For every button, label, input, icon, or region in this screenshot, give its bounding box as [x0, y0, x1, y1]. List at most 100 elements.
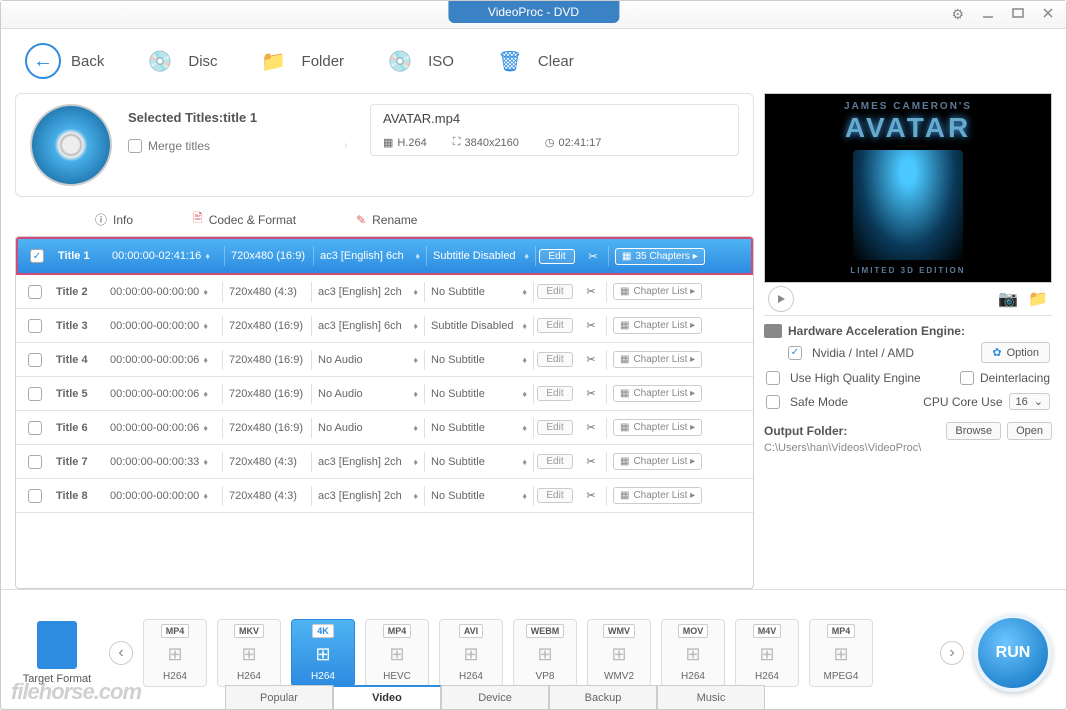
title-checkbox[interactable]: [28, 285, 42, 299]
edit-button[interactable]: Edit: [537, 488, 572, 503]
run-button[interactable]: RUN: [974, 614, 1052, 692]
edit-button[interactable]: Edit: [537, 386, 572, 401]
title-row[interactable]: Title 600:00:00-00:00:06 ♦720x480 (16:9)…: [16, 411, 753, 445]
edit-button[interactable]: Edit: [537, 352, 572, 367]
title-checkbox[interactable]: [28, 489, 42, 503]
cut-icon[interactable]: ✂: [576, 489, 606, 502]
title-checkbox[interactable]: [28, 353, 42, 367]
format-option[interactable]: MP4⊞H264: [143, 619, 207, 687]
cut-icon[interactable]: ✂: [576, 387, 606, 400]
title-audio-select[interactable]: ac3 [English] 2ch ♦: [312, 456, 424, 468]
edit-button[interactable]: Edit: [539, 249, 574, 264]
open-folder-icon[interactable]: 📁: [1028, 289, 1048, 309]
open-button[interactable]: Open: [1007, 422, 1052, 440]
title-row[interactable]: Title 100:00:00-02:41:16 ♦720x480 (16:9)…: [16, 237, 753, 275]
title-checkbox[interactable]: [28, 319, 42, 333]
format-option[interactable]: WMV⊞WMV2: [587, 619, 651, 687]
iso-button[interactable]: 💿 ISO: [382, 43, 454, 79]
title-subtitle-select[interactable]: No Subtitle ♦: [425, 456, 533, 468]
cut-icon[interactable]: ✂: [578, 250, 608, 263]
format-option[interactable]: M4V⊞H264: [735, 619, 799, 687]
cut-icon[interactable]: ✂: [576, 421, 606, 434]
close-icon[interactable]: [1042, 6, 1054, 23]
title-subtitle-select[interactable]: No Subtitle ♦: [425, 388, 533, 400]
browse-button[interactable]: Browse: [946, 422, 1001, 440]
title-row[interactable]: Title 400:00:00-00:00:06 ♦720x480 (16:9)…: [16, 343, 753, 377]
formats-next[interactable]: ›: [940, 641, 964, 665]
footer-tab-backup[interactable]: Backup: [549, 685, 657, 709]
title-audio-select[interactable]: No Audio ♦: [312, 354, 424, 366]
chapter-button[interactable]: ▦ Chapter List ▸: [613, 283, 702, 300]
format-option[interactable]: 4K⊞H264: [291, 619, 355, 687]
cut-icon[interactable]: ✂: [576, 319, 606, 332]
edit-button[interactable]: Edit: [537, 420, 572, 435]
formats-prev[interactable]: ‹: [109, 641, 133, 665]
edit-button[interactable]: Edit: [537, 318, 572, 333]
cut-icon[interactable]: ✂: [576, 285, 606, 298]
format-option[interactable]: MOV⊞H264: [661, 619, 725, 687]
hq-checkbox[interactable]: [766, 371, 780, 385]
title-audio-select[interactable]: ac3 [English] 6ch ♦: [312, 320, 424, 332]
safe-checkbox[interactable]: [766, 395, 780, 409]
title-row[interactable]: Title 300:00:00-00:00:00 ♦720x480 (16:9)…: [16, 309, 753, 343]
cut-icon[interactable]: ✂: [576, 353, 606, 366]
edit-button[interactable]: Edit: [537, 284, 572, 299]
title-subtitle-select[interactable]: No Subtitle ♦: [425, 490, 533, 502]
cut-icon[interactable]: ✂: [576, 455, 606, 468]
chapter-button[interactable]: ▦ Chapter List ▸: [613, 419, 702, 436]
format-option[interactable]: AVI⊞H264: [439, 619, 503, 687]
tab-codec[interactable]: 🖹Codec & Format: [193, 209, 296, 230]
title-checkbox[interactable]: [28, 421, 42, 435]
chapter-button[interactable]: ▦ Chapter List ▸: [613, 317, 702, 334]
chapter-button[interactable]: ▦ Chapter List ▸: [613, 385, 702, 402]
chapter-button[interactable]: ▦ Chapter List ▸: [613, 487, 702, 504]
cpu-core-select[interactable]: 16⌄: [1009, 393, 1050, 410]
title-audio-select[interactable]: No Audio ♦: [312, 388, 424, 400]
chapter-icon: ▦: [620, 354, 629, 365]
target-format-icon: [37, 621, 77, 669]
title-checkbox[interactable]: [28, 455, 42, 469]
format-option[interactable]: MP4⊞HEVC: [365, 619, 429, 687]
title-row[interactable]: Title 800:00:00-00:00:00 ♦720x480 (4:3)a…: [16, 479, 753, 513]
chapter-button[interactable]: ▦ Chapter List ▸: [613, 351, 702, 368]
format-option[interactable]: MP4⊞MPEG4: [809, 619, 873, 687]
title-row[interactable]: Title 200:00:00-00:00:00 ♦720x480 (4:3)a…: [16, 275, 753, 309]
title-audio-select[interactable]: ac3 [English] 2ch ♦: [312, 286, 424, 298]
title-checkbox[interactable]: [28, 387, 42, 401]
title-subtitle-select[interactable]: Subtitle Disabled ♦: [425, 320, 533, 332]
title-row[interactable]: Title 500:00:00-00:00:06 ♦720x480 (16:9)…: [16, 377, 753, 411]
tab-info[interactable]: ⓘInfo: [95, 209, 133, 230]
format-option[interactable]: WEBM⊞VP8: [513, 619, 577, 687]
chapter-button[interactable]: ▦ 35 Chapters ▸: [615, 248, 705, 265]
footer-tab-popular[interactable]: Popular: [225, 685, 333, 709]
title-audio-select[interactable]: ac3 [English] 2ch ♦: [312, 490, 424, 502]
title-audio-select[interactable]: No Audio ♦: [312, 422, 424, 434]
format-option[interactable]: MKV⊞H264: [217, 619, 281, 687]
minimize-icon[interactable]: [982, 6, 994, 23]
title-subtitle-select[interactable]: Subtitle Disabled ♦: [427, 250, 535, 262]
title-checkbox[interactable]: [30, 249, 44, 263]
deint-checkbox[interactable]: [960, 371, 974, 385]
title-audio-select[interactable]: ac3 [English] 6ch ♦: [314, 250, 426, 262]
edit-button[interactable]: Edit: [537, 454, 572, 469]
title-subtitle-select[interactable]: No Subtitle ♦: [425, 354, 533, 366]
settings-icon[interactable]: ⚙: [951, 6, 964, 23]
title-subtitle-select[interactable]: No Subtitle ♦: [425, 286, 533, 298]
footer-tab-device[interactable]: Device: [441, 685, 549, 709]
snapshot-icon[interactable]: 📷: [998, 289, 1018, 309]
folder-button[interactable]: 📁 Folder: [256, 43, 345, 79]
clear-button[interactable]: 🗑 Clear: [492, 43, 574, 79]
title-row[interactable]: Title 700:00:00-00:00:33 ♦720x480 (4:3)a…: [16, 445, 753, 479]
back-button[interactable]: ← Back: [25, 43, 104, 79]
nvidia-checkbox[interactable]: [788, 346, 802, 360]
disc-button[interactable]: 💿 Disc: [142, 43, 217, 79]
merge-titles-checkbox[interactable]: Merge titles: [128, 139, 328, 153]
footer-tab-video[interactable]: Video: [333, 685, 441, 709]
title-subtitle-select[interactable]: No Subtitle ♦: [425, 422, 533, 434]
play-button[interactable]: [768, 286, 794, 312]
chapter-button[interactable]: ▦ Chapter List ▸: [613, 453, 702, 470]
footer-tab-music[interactable]: Music: [657, 685, 765, 709]
option-button[interactable]: ✿Option: [981, 342, 1050, 363]
maximize-icon[interactable]: [1012, 6, 1024, 23]
tab-rename[interactable]: ✎Rename: [356, 209, 417, 230]
